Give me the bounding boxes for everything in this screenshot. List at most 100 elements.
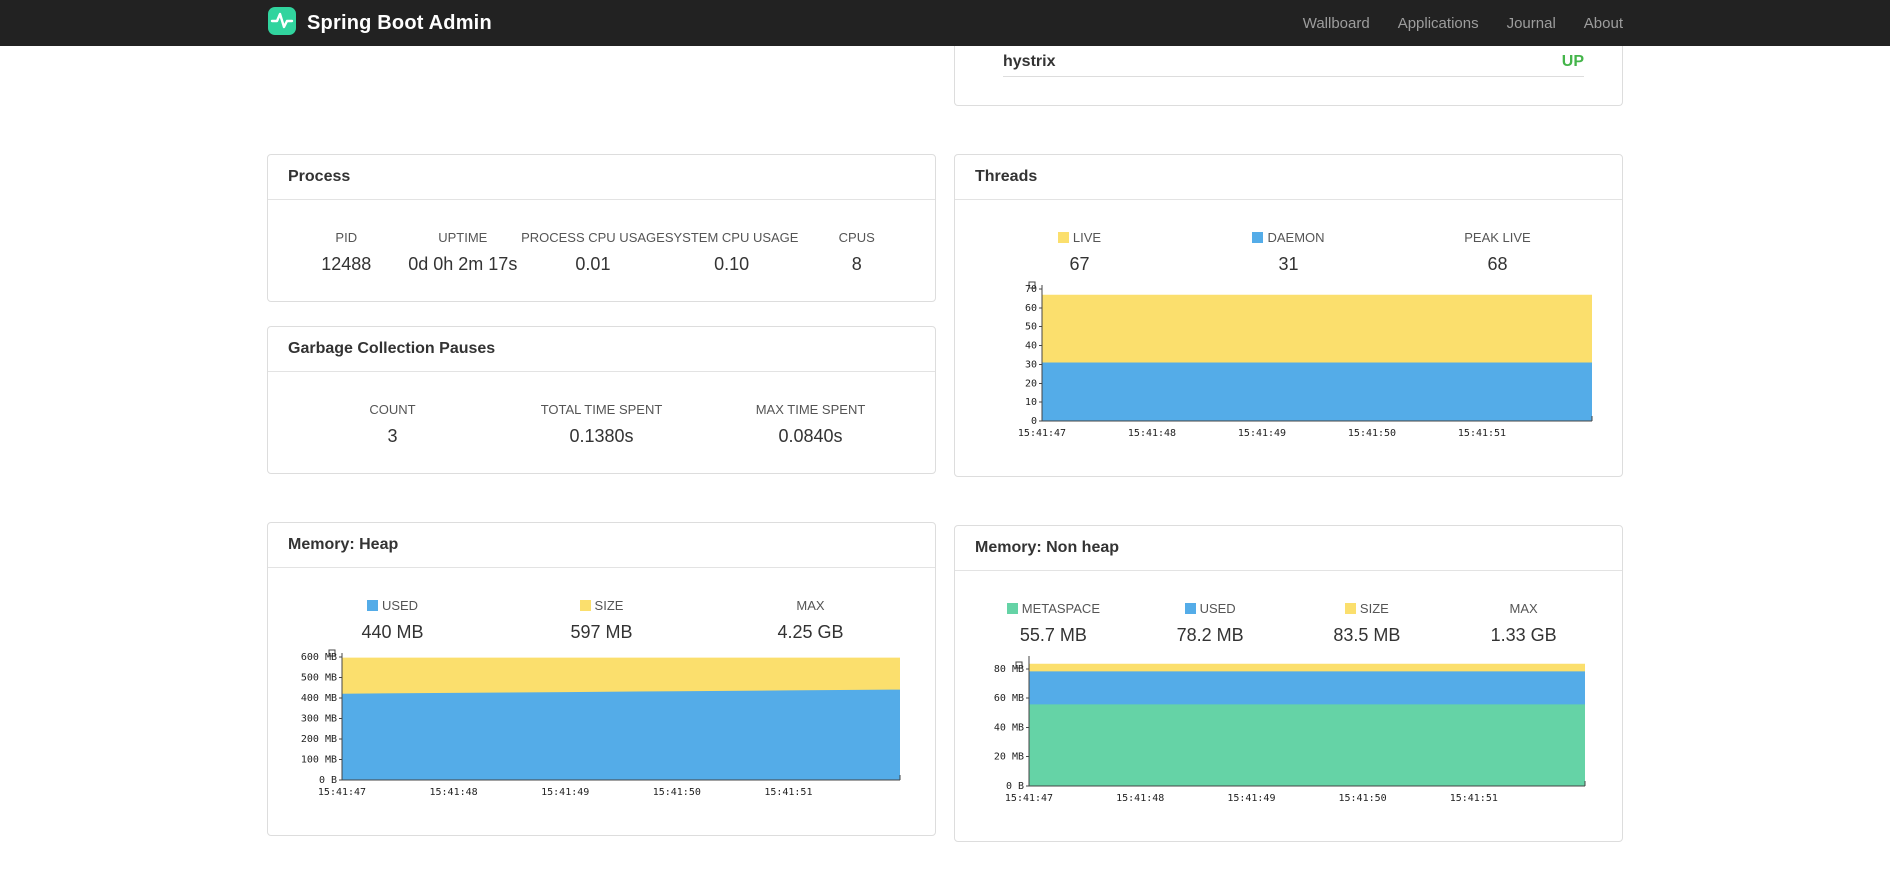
svg-text:15:41:51: 15:41:51: [1450, 793, 1498, 804]
legend-value: 440 MB: [361, 622, 424, 642]
legend-label: PEAK LIVE: [1464, 230, 1531, 245]
svg-text:0: 0: [1031, 416, 1037, 427]
svg-text:15:41:49: 15:41:49: [541, 787, 589, 798]
gc-card: Garbage Collection Pauses COUNT 3 TOTAL …: [267, 326, 936, 474]
svg-text:10: 10: [1025, 397, 1037, 408]
heap-area-chart: 0 B 100 MB 200 MB 300 MB 400 MB 500 MB 600 MB 1…: [288, 645, 915, 809]
metric-value: 0d 0h 2m 17s: [408, 254, 518, 274]
series-swatch-live: [1057, 232, 1069, 243]
nav-link-wallboard[interactable]: Wallboard: [1289, 15, 1384, 32]
svg-text:15:41:49: 15:41:49: [1227, 793, 1275, 804]
svg-text:60: 60: [1025, 303, 1037, 314]
application-name[interactable]: hystrix: [1003, 53, 1055, 71]
threads-area-chart: 0 10 20 30 40 50 60 70 15:41:47 15:41:48 15:41:49 1…: [1012, 277, 1602, 450]
metric-label: CPUS: [838, 230, 875, 245]
legend-item-max: MAX 4.25 GB: [706, 598, 915, 643]
metric-value: 8: [851, 254, 862, 274]
metric-label: SYSTEM CPU USAGE: [664, 230, 799, 245]
series-swatch-size: [1344, 603, 1356, 614]
memory-nonheap-card: Memory: Non heap METASPACE 55.7 MB USED …: [954, 525, 1623, 842]
process-card-body: PID 12488 UPTIME 0d 0h 2m 17s PROCESS CP…: [268, 200, 935, 301]
legend-label: MAX: [1509, 601, 1538, 616]
gc-metrics: COUNT 3 TOTAL TIME SPENT 0.1380s MAX TIM…: [288, 402, 915, 447]
series-swatch-metaspace: [1006, 603, 1018, 614]
svg-text:20: 20: [1025, 378, 1037, 389]
legend-item-size: SIZE 597 MB: [497, 598, 706, 643]
svg-text:80 MB: 80 MB: [994, 664, 1024, 675]
threads-card-body: LIVE 67 DAEMON 31 PEAK LIVE 68 0 10 20 30 40…: [955, 200, 1622, 476]
nav-link-journal[interactable]: Journal: [1493, 15, 1570, 32]
svg-text:15:41:50: 15:41:50: [1339, 793, 1387, 804]
right-column: hystrix UP Threads LIVE 67 DAEMON 31 PEA…: [954, 46, 1623, 842]
legend-item-size: SIZE 83.5 MB: [1289, 601, 1446, 646]
legend-value: 4.25 GB: [777, 622, 844, 642]
navbar-inner: Spring Boot Admin Wallboard Applications…: [267, 6, 1623, 41]
metric-label: MAX TIME SPENT: [755, 402, 866, 417]
metric-label: PROCESS CPU USAGE: [521, 230, 665, 245]
memory-heap-card-body: USED 440 MB SIZE 597 MB MAX 4.25 GB 0 B1…: [268, 568, 935, 835]
svg-text:40: 40: [1025, 341, 1037, 352]
svg-text:15:41:51: 15:41:51: [1458, 428, 1506, 439]
svg-text:600 MB: 600 MB: [301, 652, 337, 663]
threads-card-header: Threads: [955, 155, 1622, 200]
metric-label: PID: [335, 230, 358, 245]
svg-text:15:41:47: 15:41:47: [1018, 428, 1066, 439]
metric-value: 0.0840s: [778, 426, 843, 446]
svg-text:30: 30: [1025, 359, 1037, 370]
legend-value: 55.7 MB: [1019, 625, 1087, 645]
metric-system-cpu-usage: SYSTEM CPU USAGE 0.10: [665, 230, 799, 275]
brand-link[interactable]: Spring Boot Admin: [267, 6, 492, 41]
metric-value: 12488: [321, 254, 372, 274]
legend-item-live: LIVE 67: [975, 230, 1184, 275]
svg-text:100 MB: 100 MB: [301, 755, 337, 766]
legend-label: USED: [1132, 601, 1289, 616]
threads-legend: LIVE 67 DAEMON 31 PEAK LIVE 68: [975, 230, 1602, 275]
metric-value: 0.01: [575, 254, 611, 274]
application-status-badge[interactable]: UP: [1562, 53, 1584, 71]
svg-text:15:41:50: 15:41:50: [653, 787, 701, 798]
memory-heap-card-title: Memory: Heap: [288, 536, 399, 553]
series-swatch-used: [1184, 603, 1196, 614]
series-swatch-daemon: [1252, 232, 1264, 243]
legend-label: DAEMON: [1184, 230, 1393, 245]
legend-item-peak-live: PEAK LIVE 68: [1393, 230, 1602, 275]
metric-value: 0.10: [714, 254, 750, 274]
main-content: Process PID 12488 UPTIME 0d 0h 2m 17s PR…: [267, 46, 1623, 842]
svg-text:15:41:50: 15:41:50: [1348, 428, 1396, 439]
gc-card-title: Garbage Collection Pauses: [288, 340, 496, 357]
memory-nonheap-card-body: METASPACE 55.7 MB USED 78.2 MB SIZE 83.5…: [955, 571, 1622, 841]
series-swatch-used: [366, 600, 378, 611]
svg-text:15:41:49: 15:41:49: [1238, 428, 1286, 439]
legend-value: 78.2 MB: [1176, 625, 1244, 645]
svg-text:15:41:48: 15:41:48: [1116, 793, 1164, 804]
metric-total-time-spent: TOTAL TIME SPENT 0.1380s: [497, 402, 706, 447]
memory-nonheap-card-header: Memory: Non heap: [955, 526, 1622, 571]
legend-value: 1.33 GB: [1490, 625, 1557, 645]
legend-label: SIZE: [1289, 601, 1446, 616]
legend-label: SIZE: [497, 598, 706, 613]
metric-label: COUNT: [369, 402, 416, 417]
left-column: Process PID 12488 UPTIME 0d 0h 2m 17s PR…: [267, 46, 936, 842]
application-row-hystrix[interactable]: hystrix UP: [1003, 46, 1584, 77]
process-metrics: PID 12488 UPTIME 0d 0h 2m 17s PROCESS CP…: [288, 230, 915, 275]
svg-text:15:41:48: 15:41:48: [1128, 428, 1176, 439]
svg-text:300 MB: 300 MB: [301, 714, 337, 725]
legend-label: MAX: [796, 598, 825, 613]
navbar-links: Wallboard Applications Journal About: [1289, 15, 1623, 32]
metric-cpus: CPUS 8: [798, 230, 915, 275]
nav-link-applications[interactable]: Applications: [1384, 15, 1493, 32]
nav-link-about[interactable]: About: [1570, 15, 1623, 32]
memory-heap-card-header: Memory: Heap: [268, 523, 935, 568]
nonheap-area-chart: 0 B 20 MB 40 MB 60 MB 80 MB 15:41:47 15:41:48 1…: [975, 648, 1602, 815]
svg-text:15:41:51: 15:41:51: [764, 787, 812, 798]
svg-text:40 MB: 40 MB: [994, 722, 1024, 733]
legend-value: 597 MB: [570, 622, 633, 642]
top-navbar: Spring Boot Admin Wallboard Applications…: [0, 0, 1890, 46]
legend-value: 68: [1487, 254, 1508, 274]
metric-pid: PID 12488: [288, 230, 405, 275]
metric-label: TOTAL TIME SPENT: [540, 402, 663, 417]
legend-label: USED: [288, 598, 497, 613]
svg-text:20 MB: 20 MB: [994, 752, 1024, 763]
nonheap-legend: METASPACE 55.7 MB USED 78.2 MB SIZE 83.5…: [975, 601, 1602, 646]
svg-text:0 B: 0 B: [1006, 781, 1024, 792]
